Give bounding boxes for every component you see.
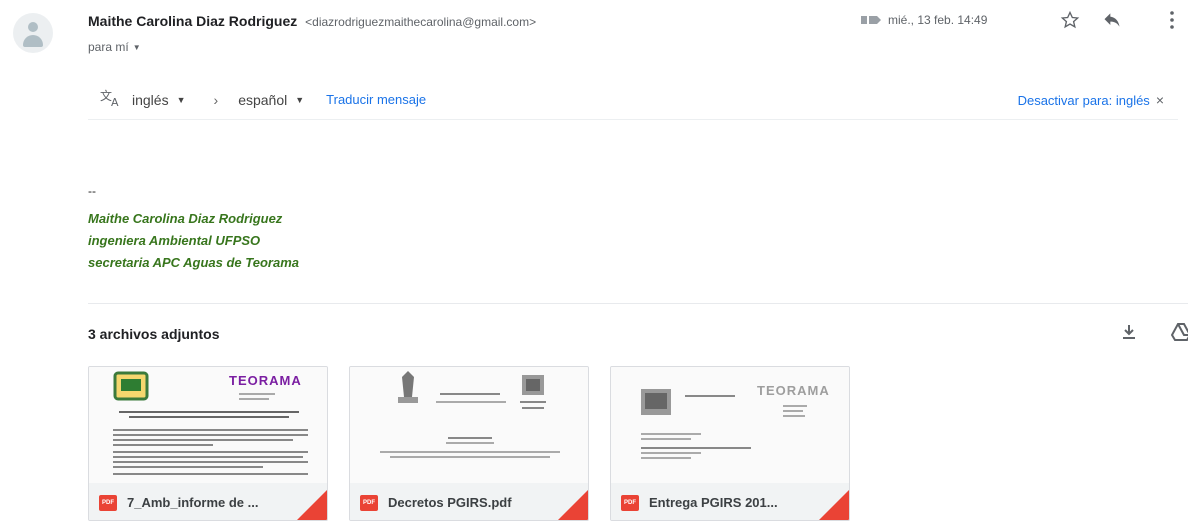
translate-icon: 文 A — [100, 88, 122, 111]
sender-line: Maithe Carolina Diaz Rodriguez <diazrodr… — [88, 13, 536, 29]
attachments-title: 3 archivos adjuntos — [88, 326, 220, 342]
sender-avatar[interactable] — [13, 13, 53, 53]
target-language-label: español — [238, 91, 288, 108]
attachment-footer: PDF Decretos PGIRS.pdf — [350, 483, 588, 520]
message-date: mié., 13 feb. 14:49 — [888, 13, 988, 27]
translate-bar: 文 A inglés ▼ › español ▼ Traducir mensaj… — [88, 80, 1178, 120]
reply-button[interactable] — [1098, 8, 1126, 36]
attachment-filename: Decretos PGIRS.pdf — [388, 495, 512, 510]
source-dropdown-arrow-icon: ▼ — [176, 94, 186, 105]
pdf-icon: PDF — [360, 494, 378, 511]
signature-title: ingeniera Ambiental UFPSO — [88, 233, 261, 248]
reply-icon — [1102, 10, 1122, 35]
pdf-corner-icon — [297, 490, 327, 520]
translate-message-link[interactable]: Traducir mensaje — [326, 92, 426, 107]
recipient-details-chevron-icon[interactable]: ▼ — [133, 43, 141, 52]
attachment-card[interactable]: TEORAMA PDF Entrega PGIRS 201... — [610, 366, 850, 521]
avatar-head — [28, 22, 38, 32]
attachment-card[interactable]: TEORAMA PDF 7_Amb_informe de ... — [88, 366, 328, 521]
signature-block: Maithe Carolina Diaz Rodriguez ingeniera… — [88, 208, 299, 274]
message-meta: mié., 13 feb. 14:49 — [860, 13, 987, 27]
pdf-corner-icon — [819, 490, 849, 520]
attachment-filename: 7_Amb_informe de ... — [127, 495, 259, 510]
star-button[interactable] — [1056, 8, 1084, 36]
target-dropdown-arrow-icon: ▼ — [295, 94, 305, 105]
drive-icon — [1170, 322, 1188, 346]
deactivate-translation-link[interactable]: Desactivar para: inglés — [1018, 93, 1150, 108]
pdf-corner-icon — [558, 490, 588, 520]
close-icon[interactable]: × — [1156, 92, 1164, 108]
signature-role: secretaria APC Aguas de Teorama — [88, 255, 299, 270]
sender-email: <diazrodriguezmaithecarolina@gmail.com> — [305, 15, 537, 29]
translate-direction-icon: › — [213, 91, 219, 108]
attachments-actions — [1115, 320, 1188, 348]
svg-text:A: A — [111, 96, 119, 108]
attachment-footer: PDF 7_Amb_informe de ... — [89, 483, 327, 520]
source-language-label: inglés — [132, 91, 169, 108]
attachments-divider — [88, 303, 1188, 304]
target-language-dropdown[interactable]: español ▼ — [238, 92, 304, 108]
pdf-icon: PDF — [99, 494, 117, 511]
avatar-body — [23, 35, 43, 47]
more-options-button[interactable] — [1158, 8, 1186, 36]
download-icon — [1121, 323, 1137, 346]
attachment-logo: TEORAMA — [229, 373, 302, 388]
attachment-thumbnail: TEORAMA — [89, 367, 327, 483]
recipient-line[interactable]: para mí ▼ — [88, 40, 141, 54]
recipient-label: para mí — [88, 40, 129, 54]
pdf-icon: PDF — [621, 494, 639, 511]
attachment-card[interactable]: PDF Decretos PGIRS.pdf — [349, 366, 589, 521]
signature-separator: -- — [88, 184, 96, 198]
source-language-dropdown[interactable]: inglés ▼ — [122, 92, 186, 108]
signature-name: Maithe Carolina Diaz Rodriguez — [88, 211, 283, 226]
attachment-logo: TEORAMA — [757, 383, 830, 398]
download-all-button[interactable] — [1115, 320, 1143, 348]
star-icon — [1060, 10, 1080, 35]
label-icon[interactable] — [860, 14, 882, 26]
attachment-thumbnail: TEORAMA — [611, 367, 849, 483]
save-to-drive-button[interactable] — [1167, 320, 1188, 348]
attachment-filename: Entrega PGIRS 201... — [649, 495, 778, 510]
sender-name[interactable]: Maithe Carolina Diaz Rodriguez — [88, 13, 297, 29]
more-vert-icon — [1169, 10, 1175, 35]
attachment-footer: PDF Entrega PGIRS 201... — [611, 483, 849, 520]
attachment-thumbnail — [350, 367, 588, 483]
deactivate-translation: Desactivar para: inglés × — [1018, 92, 1164, 108]
